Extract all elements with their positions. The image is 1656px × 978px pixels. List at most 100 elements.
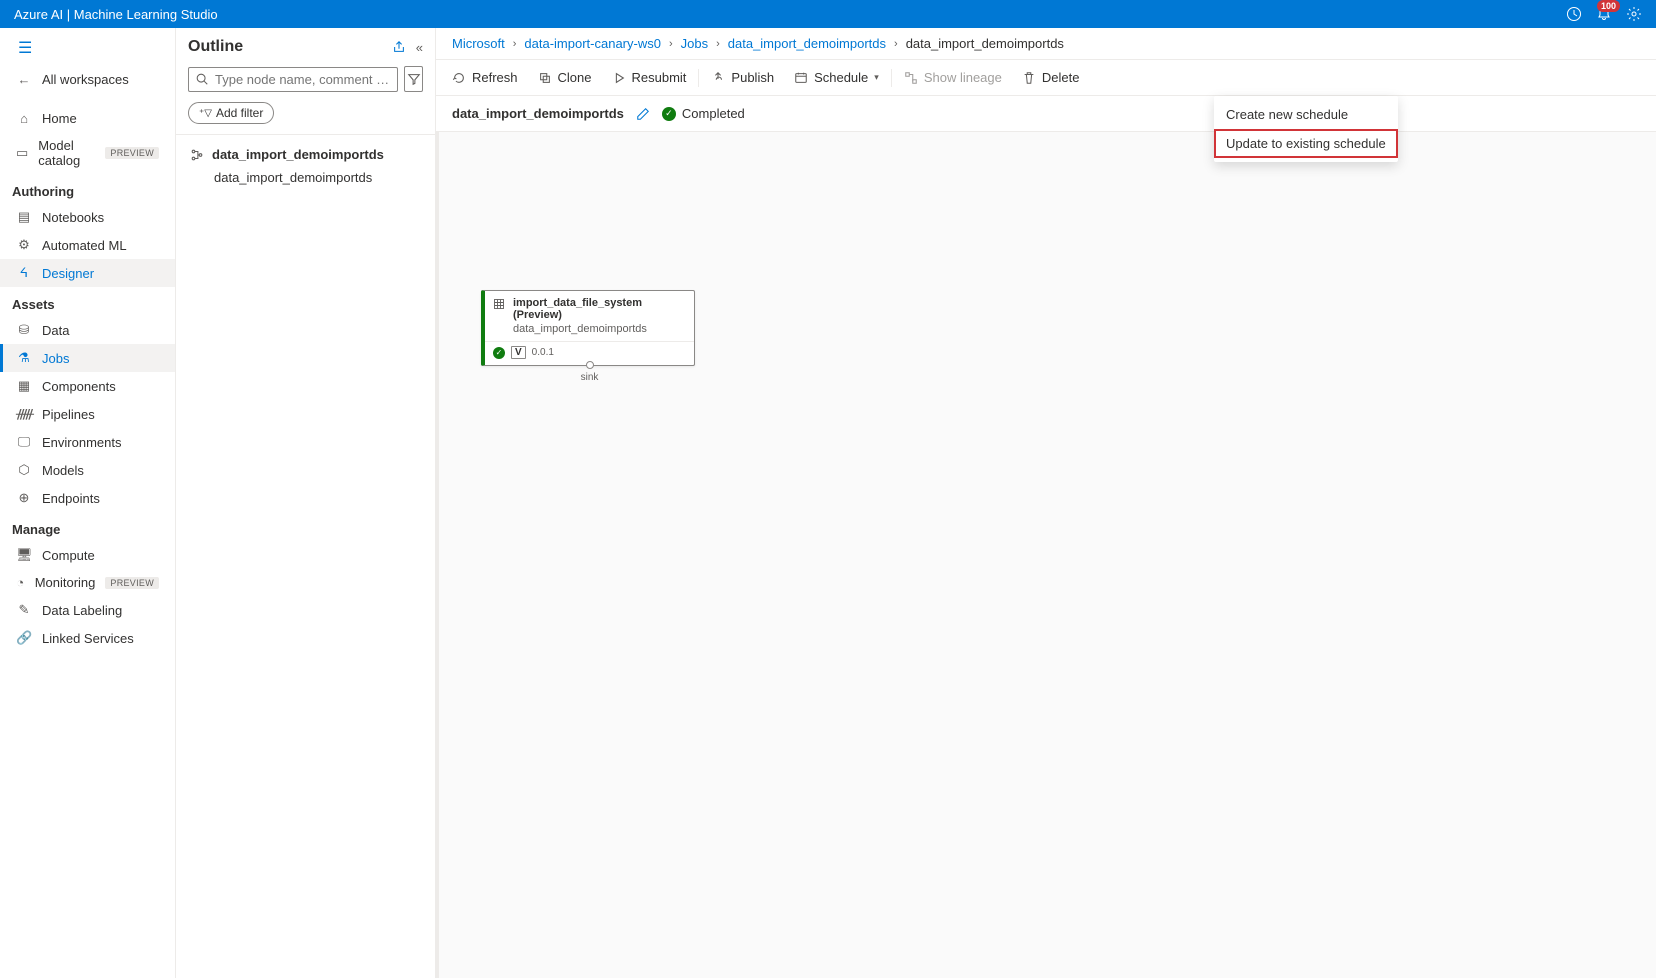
refresh-icon [452,71,466,85]
schedule-menu-update[interactable]: Update to existing schedule [1214,129,1398,158]
status-label: Completed [682,106,745,121]
topbar: Azure AI | Machine Learning Studio 100 [0,0,1656,28]
content-area: Microsoft › data-import-canary-ws0 › Job… [436,28,1656,978]
sidebar-item-jobs[interactable]: ⚗ Jobs [0,344,175,372]
tree-child-label: data_import_demoimportds [214,170,372,185]
publish-button[interactable]: Publish [701,64,784,91]
clone-icon [538,71,552,85]
outline-search-input[interactable] [215,72,391,87]
toolbar-separator [891,69,892,87]
sidebar-item-monitoring[interactable]: ◔ Monitoring PREVIEW [0,569,175,596]
clone-button[interactable]: Clone [528,64,602,91]
sidebar-item-label: Endpoints [42,491,100,506]
add-filter-icon: ⁺▽ [199,108,212,119]
filter-button[interactable] [404,66,423,92]
outline-title: Outline [188,38,243,56]
sidebar-item-compute[interactable]: 🖥 Compute [0,541,175,569]
preview-badge: PREVIEW [105,577,159,589]
chevron-right-icon: › [716,38,720,50]
labeling-icon: ✎ [16,602,32,618]
all-workspaces-link[interactable]: ← All workspaces [0,64,175,95]
sidebar-item-designer[interactable]: ᔦ Designer [0,259,175,287]
search-icon [195,72,209,86]
toolbar: Refresh Clone Resubmit Publish Sche [436,60,1656,96]
delete-button[interactable]: Delete [1012,64,1090,91]
sidebar-item-models[interactable]: ⬡ Models [0,456,175,484]
show-lineage-button: Show lineage [894,64,1012,91]
breadcrumb-current: data_import_demoimportds [906,36,1064,51]
publish-icon [711,71,725,85]
jobs-icon: ⚗ [16,350,32,366]
schedule-button[interactable]: Schedule ▾ [784,64,889,91]
breadcrumb-workspace[interactable]: data-import-canary-ws0 [524,36,661,51]
sidebar-section-manage: Manage [0,512,175,541]
pipeline-node[interactable]: import_data_file_system (Preview) data_i… [481,290,695,366]
sidebar-item-environments[interactable]: 🖵 Environments [0,428,175,456]
collapse-icon[interactable]: « [416,40,423,55]
schedule-dropdown-menu: Create new schedule Update to existing s… [1214,96,1398,162]
sidebar-item-data[interactable]: ⛁ Data [0,316,175,344]
sidebar-item-label: Data [42,323,69,338]
sidebar-item-label: Data Labeling [42,603,122,618]
outline-panel: Outline « [176,28,436,978]
breadcrumb-experiment[interactable]: data_import_demoimportds [728,36,886,51]
notification-count-badge: 100 [1597,0,1620,12]
sidebar-section-authoring: Authoring [0,174,175,203]
play-icon [612,71,626,85]
sidebar-item-components[interactable]: ▦ Components [0,372,175,400]
settings-gear-icon[interactable] [1626,6,1642,22]
node-output-port[interactable] [586,361,594,369]
resubmit-button[interactable]: Resubmit [602,64,697,91]
sidebar-item-data-labeling[interactable]: ✎ Data Labeling [0,596,175,624]
sidebar-item-linked-services[interactable]: 🔗 Linked Services [0,624,175,652]
pipelines-icon: ᚏ [16,406,32,422]
sidebar-item-pipelines[interactable]: ᚏ Pipelines [0,400,175,428]
clock-icon[interactable] [1566,6,1582,22]
sidebar-item-label: Jobs [42,351,69,366]
sidebar-item-automated-ml[interactable]: ⚙ Automated ML [0,231,175,259]
sidebar-item-label: Notebooks [42,210,104,225]
data-icon: ⛁ [16,322,32,338]
sidebar-item-notebooks[interactable]: ▤ Notebooks [0,203,175,231]
breadcrumb: Microsoft › data-import-canary-ws0 › Job… [436,28,1656,60]
models-icon: ⬡ [16,462,32,478]
breadcrumb-jobs[interactable]: Jobs [681,36,708,51]
share-icon[interactable] [392,40,406,54]
notification-bell-icon[interactable]: 100 [1596,6,1612,22]
sidebar-item-home[interactable]: ⌂ Home [0,105,175,132]
sidebar-section-assets: Assets [0,287,175,316]
breadcrumb-root[interactable]: Microsoft [452,36,505,51]
chevron-right-icon: › [513,38,517,50]
sidebar-item-label: Models [42,463,84,478]
chevron-down-icon: ▾ [874,72,879,83]
node-title: import_data_file_system (Preview) [513,297,686,321]
sidebar-item-label: Designer [42,266,94,281]
outline-search-box[interactable] [188,67,398,92]
sidebar-item-label: Environments [42,435,121,450]
sidebar-item-label: Home [42,111,77,126]
job-title: data_import_demoimportds [452,106,624,121]
pipeline-canvas[interactable]: import_data_file_system (Preview) data_i… [436,132,1656,978]
node-version: 0.0.1 [532,347,554,358]
chevron-right-icon: › [669,38,673,50]
sidebar-item-label: Compute [42,548,95,563]
sidebar-item-label: Pipelines [42,407,95,422]
preview-badge: PREVIEW [105,147,159,159]
tree-parent-node[interactable]: data_import_demoimportds [190,147,421,162]
environments-icon: 🖵 [16,434,32,450]
chevron-right-icon: › [894,38,898,50]
refresh-button[interactable]: Refresh [442,64,528,91]
sidebar-item-model-catalog[interactable]: ▭ Model catalog PREVIEW [0,132,175,174]
notebook-icon: ▤ [16,209,32,225]
hamburger-icon[interactable]: ☰ [18,40,32,57]
sidebar: ☰ ← All workspaces ⌂ Home ▭ Model catalo… [0,28,176,978]
tree-child-node[interactable]: data_import_demoimportds [190,162,421,185]
sidebar-item-endpoints[interactable]: ⊕ Endpoints [0,484,175,512]
sidebar-item-label: All workspaces [42,72,129,87]
sidebar-item-label: Linked Services [42,631,134,646]
add-filter-button[interactable]: ⁺▽ Add filter [188,102,274,124]
sidebar-item-label: Components [42,379,116,394]
sidebar-item-label: Automated ML [42,238,127,253]
schedule-menu-create[interactable]: Create new schedule [1214,100,1398,129]
edit-icon[interactable] [636,107,650,121]
